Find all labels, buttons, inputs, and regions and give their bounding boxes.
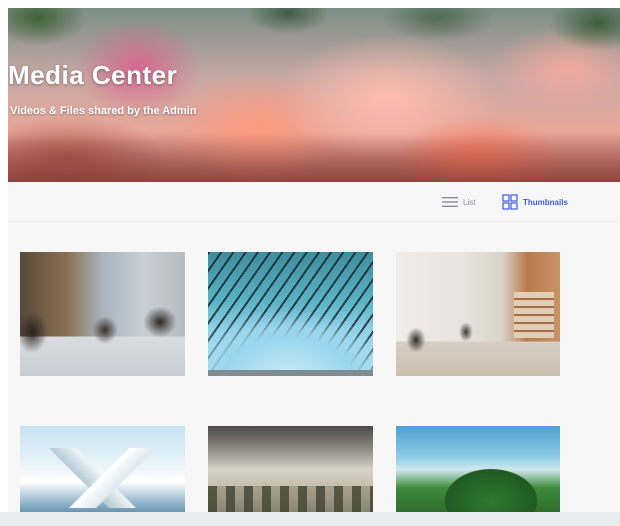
thumbnails-view-label: Thumbnails [523,197,568,207]
media-thumbnail-snowy-mountains[interactable] [20,426,185,526]
view-toolbar: List Thumbnails [8,182,620,222]
mountain-peaks [20,448,185,508]
list-view-button[interactable]: List [442,192,475,212]
media-thumbnail-lattice-dome[interactable] [208,252,373,376]
wood-shelf [514,292,554,338]
bottom-bar [0,512,620,526]
media-thumbnail-misty-karst[interactable] [208,426,373,526]
hero-crowd [8,134,620,182]
thumbnails-view-button[interactable]: Thumbnails [502,192,568,212]
media-thumbnail-office-meeting[interactable] [20,252,185,376]
hero-canopy [8,8,620,68]
list-icon [442,197,458,207]
page-title: Media Center [8,60,178,90]
dome-sky [208,310,373,376]
grid-icon [502,194,518,210]
list-view-label: List [463,197,476,207]
media-thumbnail-green-hills[interactable] [396,426,560,526]
dome-rim [208,370,373,376]
media-gallery [8,222,620,526]
hero-banner: Media Center Videos & Files shared by th… [8,8,620,182]
top-strip [0,0,620,8]
page-subtitle: Videos & Files shared by the Admin [10,105,197,117]
media-thumbnail-coworking-space[interactable] [396,252,560,376]
